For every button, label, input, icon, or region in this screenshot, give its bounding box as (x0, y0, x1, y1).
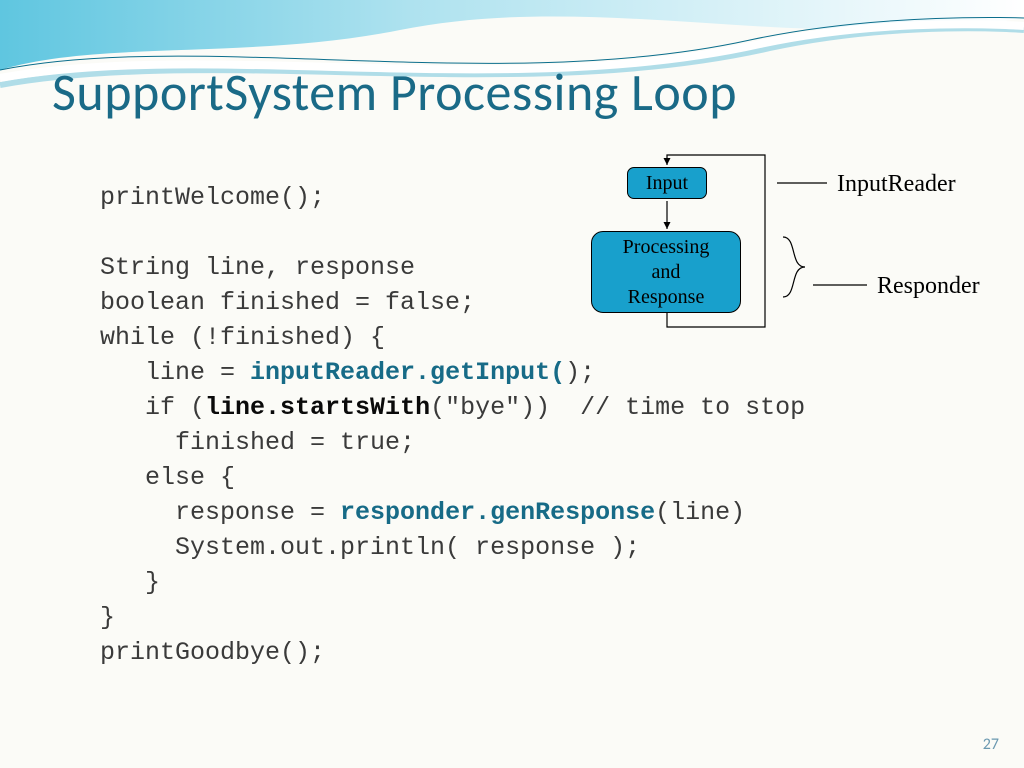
code-highlight: inputReader.getInput( (250, 358, 565, 387)
code-line: } (100, 568, 160, 597)
code-line: while (!finished) { (100, 323, 385, 352)
flowchart-box-input: Input (627, 167, 707, 199)
code-line: } (100, 603, 115, 632)
code-line: printWelcome(); (100, 183, 325, 212)
code-line: ("bye")) // time to stop (430, 393, 805, 422)
code-highlight: responder.genResponse (340, 498, 655, 527)
flowchart-label-inputreader: InputReader (837, 171, 956, 198)
code-line: else { (100, 463, 235, 492)
code-line: line = (100, 358, 250, 387)
flowchart-box-processing: Processing and Response (591, 231, 741, 313)
flowchart-text: Response (628, 285, 705, 310)
slide-title: SupportSystem Processing Loop (52, 60, 737, 124)
page-number: 27 (983, 735, 999, 754)
code-line: finished = true; (100, 428, 415, 457)
code-line: printGoodbye(); (100, 638, 325, 667)
code-line: response = (100, 498, 340, 527)
flowchart-text: Processing (623, 235, 710, 260)
code-line: String line, response (100, 253, 415, 282)
code-line: System.out.println( response ); (100, 533, 640, 562)
flowchart-text: and (652, 260, 681, 285)
code-line: ); (565, 358, 595, 387)
flowchart: Input Processing and Response InputReade… (565, 145, 995, 355)
flowchart-label-responder: Responder (877, 273, 980, 300)
code-line: if ( (100, 393, 205, 422)
code-bold: line.startsWith (205, 393, 430, 422)
code-line: (line) (655, 498, 745, 527)
code-line: boolean finished = false; (100, 288, 475, 317)
